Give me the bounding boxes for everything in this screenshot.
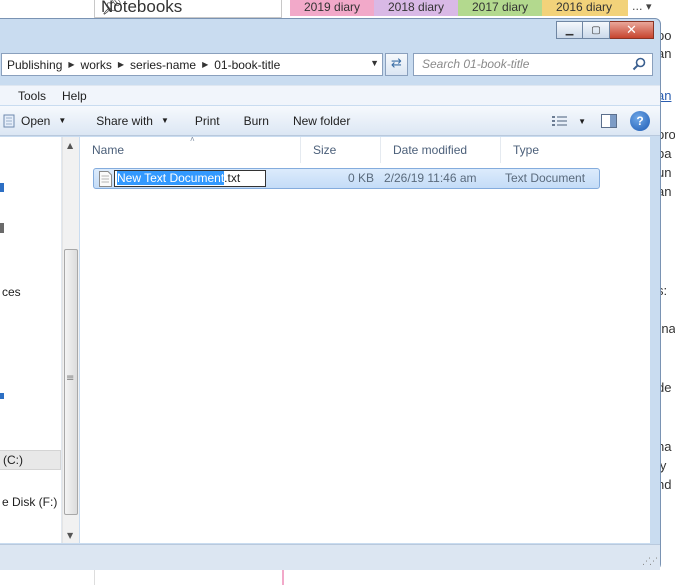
burn-button[interactable]: Burn (235, 106, 278, 136)
nav-item-places[interactable]: ces (2, 285, 21, 299)
window-title-bar[interactable]: ▁ ▢ ✕ (0, 19, 660, 47)
new-folder-label: New folder (292, 113, 351, 128)
nav-item-removable-disk-f[interactable]: e Disk (F:) (2, 495, 57, 509)
navigation-pane: ces (C:) e Disk (F:) (0, 137, 62, 543)
breadcrumb-works[interactable]: works (81, 58, 112, 72)
scroll-down-icon[interactable]: ▼ (67, 531, 73, 540)
caption-buttons: ▁ ▢ ✕ (556, 21, 654, 39)
file-size: 0 KB (348, 171, 375, 185)
chevron-down-icon: ▼ (578, 116, 586, 126)
breadcrumb-01-book-title[interactable]: 01-book-title (214, 58, 280, 72)
menu-help[interactable]: Help (54, 89, 95, 103)
share-with-label: Share with (96, 113, 153, 128)
maximize-button[interactable]: ▢ (583, 21, 610, 39)
chevron-right-icon[interactable]: ▶ (202, 60, 208, 69)
print-label: Print (194, 113, 220, 128)
open-button[interactable]: Open ▼ (0, 106, 75, 136)
menu-tools[interactable]: Tools (10, 89, 54, 103)
tab-2019-diary[interactable]: 2019 diary (290, 0, 380, 16)
tab-2018-diary[interactable]: 2018 diary (374, 0, 464, 16)
search-input[interactable]: Search 01-book-title (413, 53, 653, 76)
pin-icon[interactable]: 📌︎ (101, 0, 273, 17)
share-with-button[interactable]: Share with ▼ (87, 106, 178, 136)
burn-label: Burn (243, 113, 269, 128)
minimize-button[interactable]: ▁ (556, 21, 583, 39)
nav-item-marker (0, 183, 4, 192)
help-button[interactable]: ? (630, 111, 650, 131)
explorer-window: ▁ ▢ ✕ Publishing ▶ works ▶ series-name ▶… (0, 18, 661, 570)
column-header-size[interactable]: Size (301, 137, 381, 163)
tab-2016-diary[interactable]: 2016 diary (542, 0, 628, 16)
notebooks-dropdown[interactable]: Notebooks 📌︎ (94, 0, 282, 18)
details-view-icon (552, 116, 568, 126)
maximize-icon: ▢ (591, 24, 601, 36)
breadcrumb-publishing[interactable]: Publishing (7, 58, 62, 72)
sort-ascending-icon: ˄ (190, 135, 195, 144)
close-button[interactable]: ✕ (610, 21, 654, 39)
chevron-right-icon[interactable]: ▶ (118, 60, 124, 69)
file-date-modified: 2/26/19 11:46 am (384, 171, 477, 185)
close-icon: ✕ (626, 22, 637, 38)
nav-item-marker (0, 393, 4, 399)
new-folder-button[interactable]: New folder (284, 106, 359, 136)
address-row: Publishing ▶ works ▶ series-name ▶ 01-bo… (1, 53, 653, 77)
address-bar[interactable]: Publishing ▶ works ▶ series-name ▶ 01-bo… (1, 53, 383, 76)
breadcrumb-series-name[interactable]: series-name (130, 58, 196, 72)
nav-item-local-disk-c[interactable]: (C:) (0, 450, 61, 470)
menu-bar: Tools Help (0, 85, 660, 105)
search-placeholder: Search 01-book-title (422, 57, 530, 71)
open-document-icon (3, 114, 15, 127)
open-label: Open (21, 113, 51, 128)
scrollbar-grip-icon: ≡ (66, 373, 75, 384)
chevron-down-icon: ▼ (160, 116, 169, 125)
help-icon: ? (636, 114, 644, 128)
minimize-icon: ▁ (565, 24, 574, 36)
column-header-date-modified[interactable]: Date modified (381, 137, 501, 163)
nav-pane-scrollbar[interactable]: ▲ ≡ ▼ (62, 137, 79, 543)
print-button[interactable]: Print (186, 106, 229, 136)
background-bottom-strip (94, 568, 284, 585)
more-tabs-button[interactable]: ... ▾ (632, 0, 652, 13)
tab-2017-diary[interactable]: 2017 diary (458, 0, 548, 16)
preview-pane-button[interactable] (594, 114, 624, 128)
refresh-button[interactable]: ⇄ (385, 53, 408, 76)
file-list: ˄ Name Size Date modified Type New Text … (80, 135, 650, 543)
nav-item-marker (0, 223, 4, 233)
search-icon[interactable] (632, 57, 646, 71)
resize-grip-icon[interactable]: ⋰⋰ (642, 557, 658, 567)
status-bar: ⋰⋰ (0, 544, 660, 570)
chevron-right-icon[interactable]: ▶ (68, 60, 74, 69)
chevron-down-icon: ▼ (58, 116, 67, 125)
address-history-dropdown-icon[interactable]: ▼ (370, 58, 379, 68)
scroll-up-icon[interactable]: ▲ (67, 141, 73, 150)
file-type: Text Document (505, 171, 586, 185)
command-bar-right: ▼ ? (544, 106, 660, 136)
change-view-button[interactable]: ▼ (544, 115, 594, 127)
rename-extension: .txt (224, 171, 241, 185)
preview-pane-icon (601, 114, 617, 128)
rename-selected-text: New Text Document (117, 171, 225, 185)
table-row[interactable]: New Text Document.txt 0 KB 2/26/19 11:46… (93, 168, 600, 189)
column-header-type[interactable]: Type (501, 137, 601, 163)
column-header-name[interactable]: ˄ Name (80, 135, 301, 163)
command-bar: Open ▼ Share with ▼ Print Burn New folde… (0, 106, 660, 136)
rename-input[interactable]: New Text Document.txt (114, 170, 266, 187)
refresh-icon: ⇄ (391, 56, 402, 71)
text-document-icon (99, 171, 112, 187)
